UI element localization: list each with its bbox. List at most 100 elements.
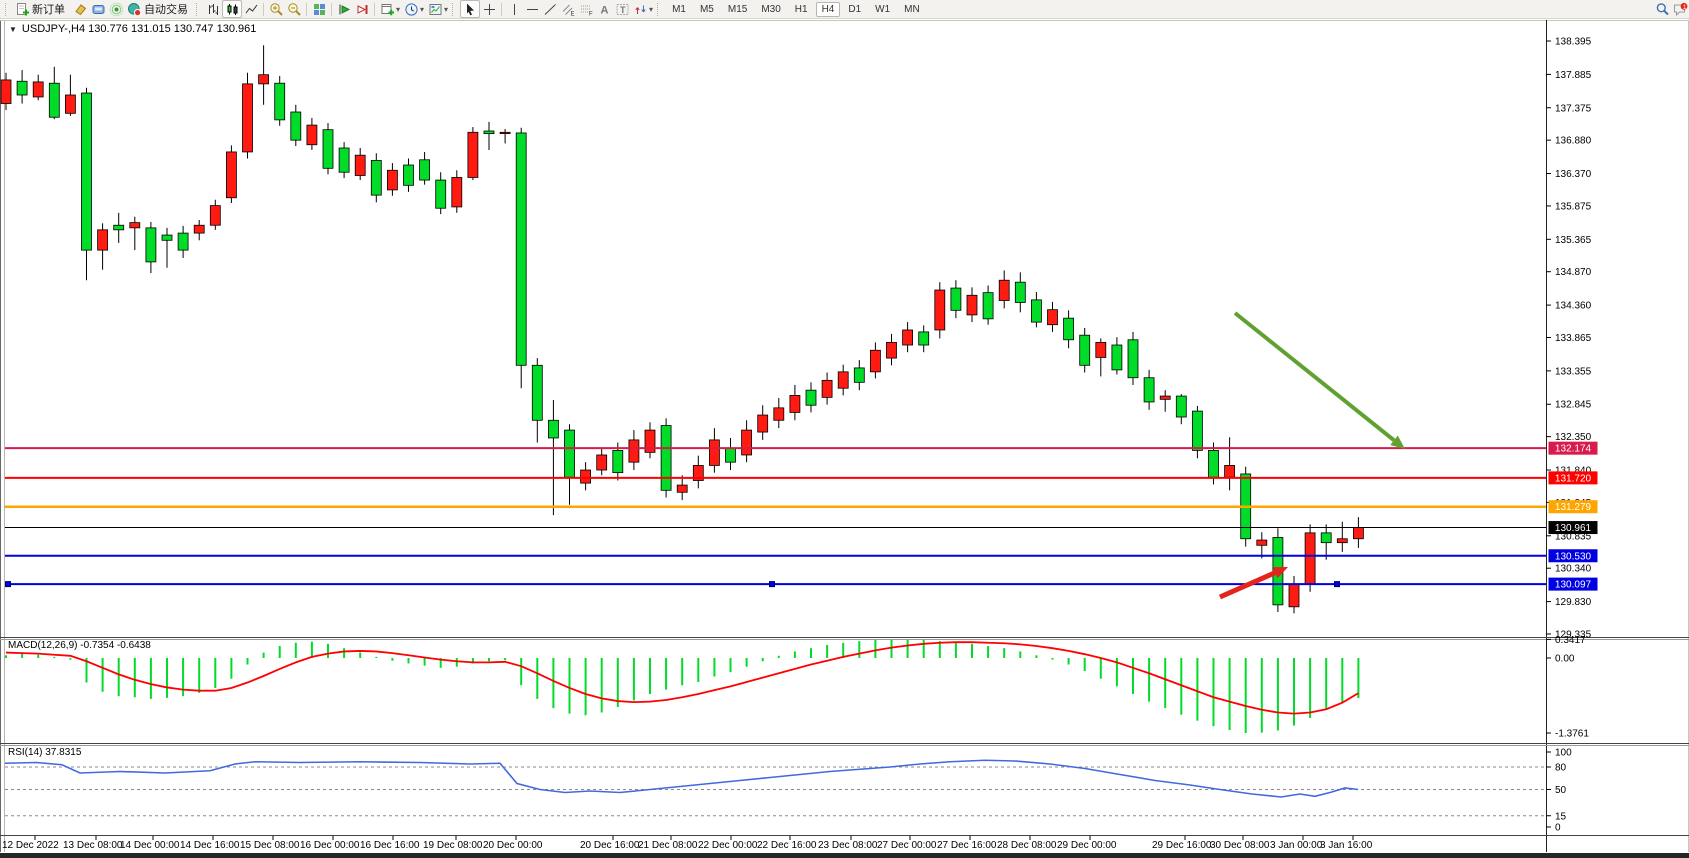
bear-candle [919,332,929,345]
timeframe-D1[interactable]: D1 [842,2,867,17]
toolbar-separator [374,3,375,16]
svg-text:135.365: 135.365 [1555,235,1592,246]
horizontal-line-icon[interactable] [523,1,541,17]
svg-text:15: 15 [1555,811,1567,822]
toolbar-grip [196,3,200,16]
metaeditor-icon[interactable] [71,1,89,17]
autotrading-icon[interactable] [125,1,143,17]
candles-layer [1,45,1363,613]
svg-text:130.961: 130.961 [1555,523,1592,534]
candlestick-chart-icon[interactable] [222,0,242,18]
bear-candle [291,112,301,140]
timeframe-M1[interactable]: M1 [666,2,692,17]
bull-candle [887,342,897,358]
bull-candle [903,330,913,345]
text-icon[interactable]: A [595,1,613,17]
periods-icon[interactable] [402,1,420,17]
tile-windows-icon[interactable] [310,1,328,17]
svg-text:0.3417: 0.3417 [1555,635,1586,646]
svg-text:0.00: 0.00 [1555,654,1575,665]
bull-candle [210,206,220,226]
line-chart-icon[interactable] [242,1,260,17]
crosshair-icon[interactable] [480,1,498,17]
svg-text:23 Dec 08:00: 23 Dec 08:00 [818,840,878,851]
hline-handle[interactable] [1335,582,1340,587]
bull-candle [355,155,365,175]
templates-icon-dropdown[interactable]: ▾ [444,5,448,14]
bear-candle [82,93,92,250]
market-watch-icon[interactable] [89,1,107,17]
bull-candle [194,225,204,233]
trendline-icon[interactable] [541,1,559,17]
svg-text:12 Dec 2022: 12 Dec 2022 [2,840,59,851]
collapse-icon[interactable]: ▼ [9,25,17,34]
label-icon[interactable]: T [613,1,631,17]
periods-icon-dropdown[interactable]: ▾ [420,5,424,14]
svg-text:80: 80 [1555,763,1567,774]
chart-shift-icon[interactable] [353,1,371,17]
bull-candle [1096,342,1106,357]
arrows-icon-dropdown[interactable]: ▾ [649,5,653,14]
hline-handle[interactable] [770,582,775,587]
bull-candle [1337,539,1347,543]
zoom-out-icon[interactable] [285,1,303,17]
svg-text:27 Dec 00:00: 27 Dec 00:00 [877,840,937,851]
svg-text:137.375: 137.375 [1555,103,1592,114]
signals-icon[interactable] [107,1,125,17]
svg-text:22 Dec 00:00: 22 Dec 00:00 [698,840,758,851]
svg-text:129.830: 129.830 [1555,597,1592,608]
bear-candle [951,288,961,310]
timeframe-H1[interactable]: H1 [789,2,814,17]
svg-text:132.174: 132.174 [1555,444,1592,455]
chart-canvas[interactable]: 138.395137.885137.375136.880136.370135.8… [0,0,1689,858]
bull-candle [1257,540,1267,545]
hline-handle[interactable] [6,582,11,587]
svg-text:F: F [589,11,593,17]
bull-candle [790,395,800,412]
toolbar-grip [452,3,456,16]
templates-icon[interactable] [426,1,444,17]
bear-candle [178,233,188,250]
equidistant-channel-icon[interactable]: E [559,1,577,17]
bull-candle [999,280,1009,300]
new-chart-icon-dropdown[interactable]: ▾ [396,5,400,14]
svg-text:132.845: 132.845 [1555,400,1592,411]
new-order-icon[interactable] [13,1,31,17]
bear-candle [1192,411,1202,450]
timeframe-MN[interactable]: MN [898,2,926,17]
auto-trading-label[interactable]: 自动交易 [144,1,188,17]
bull-candle [259,75,269,84]
timeframe-H4[interactable]: H4 [816,2,841,17]
bear-candle [114,225,124,230]
svg-text:14 Dec 16:00: 14 Dec 16:00 [180,840,240,851]
bull-candle [677,485,687,492]
timeframe-W1[interactable]: W1 [869,2,896,17]
rsi-indicator-label: RSI(14) 37.8315 [8,747,81,758]
timeframe-M15[interactable]: M15 [722,2,753,17]
bar-chart-icon[interactable] [204,1,222,17]
downtrend-arrow[interactable] [1235,313,1394,440]
fibonacci-icon[interactable]: F [577,1,595,17]
vertical-line-icon[interactable] [505,1,523,17]
svg-text:28 Dec 08:00: 28 Dec 08:00 [997,840,1057,851]
notifications-icon[interactable]: 1 [1671,1,1689,17]
bear-candle [1321,533,1331,543]
search-icon[interactable] [1653,1,1671,17]
bear-candle [1015,282,1025,302]
price-lines-layer[interactable]: 132.174131.720131.279130.961130.530130.0… [5,442,1598,591]
bear-candle [17,81,27,95]
bull-candle [1289,585,1299,607]
svg-text:0: 0 [1555,823,1561,834]
cursor-icon[interactable] [460,0,480,18]
timeframe-M5[interactable]: M5 [694,2,720,17]
auto-scroll-icon[interactable] [335,1,353,17]
zoom-in-icon[interactable] [267,1,285,17]
new-chart-icon[interactable] [378,1,396,17]
timeframe-M30[interactable]: M30 [755,2,786,17]
time-axis[interactable]: 12 Dec 202213 Dec 08:0014 Dec 00:0014 De… [2,836,1373,851]
new-order-label[interactable]: 新订单 [32,1,65,17]
bear-candle [484,131,494,134]
bull-candle [870,350,880,372]
bear-candle [1064,318,1074,340]
arrows-icon[interactable] [631,1,649,17]
